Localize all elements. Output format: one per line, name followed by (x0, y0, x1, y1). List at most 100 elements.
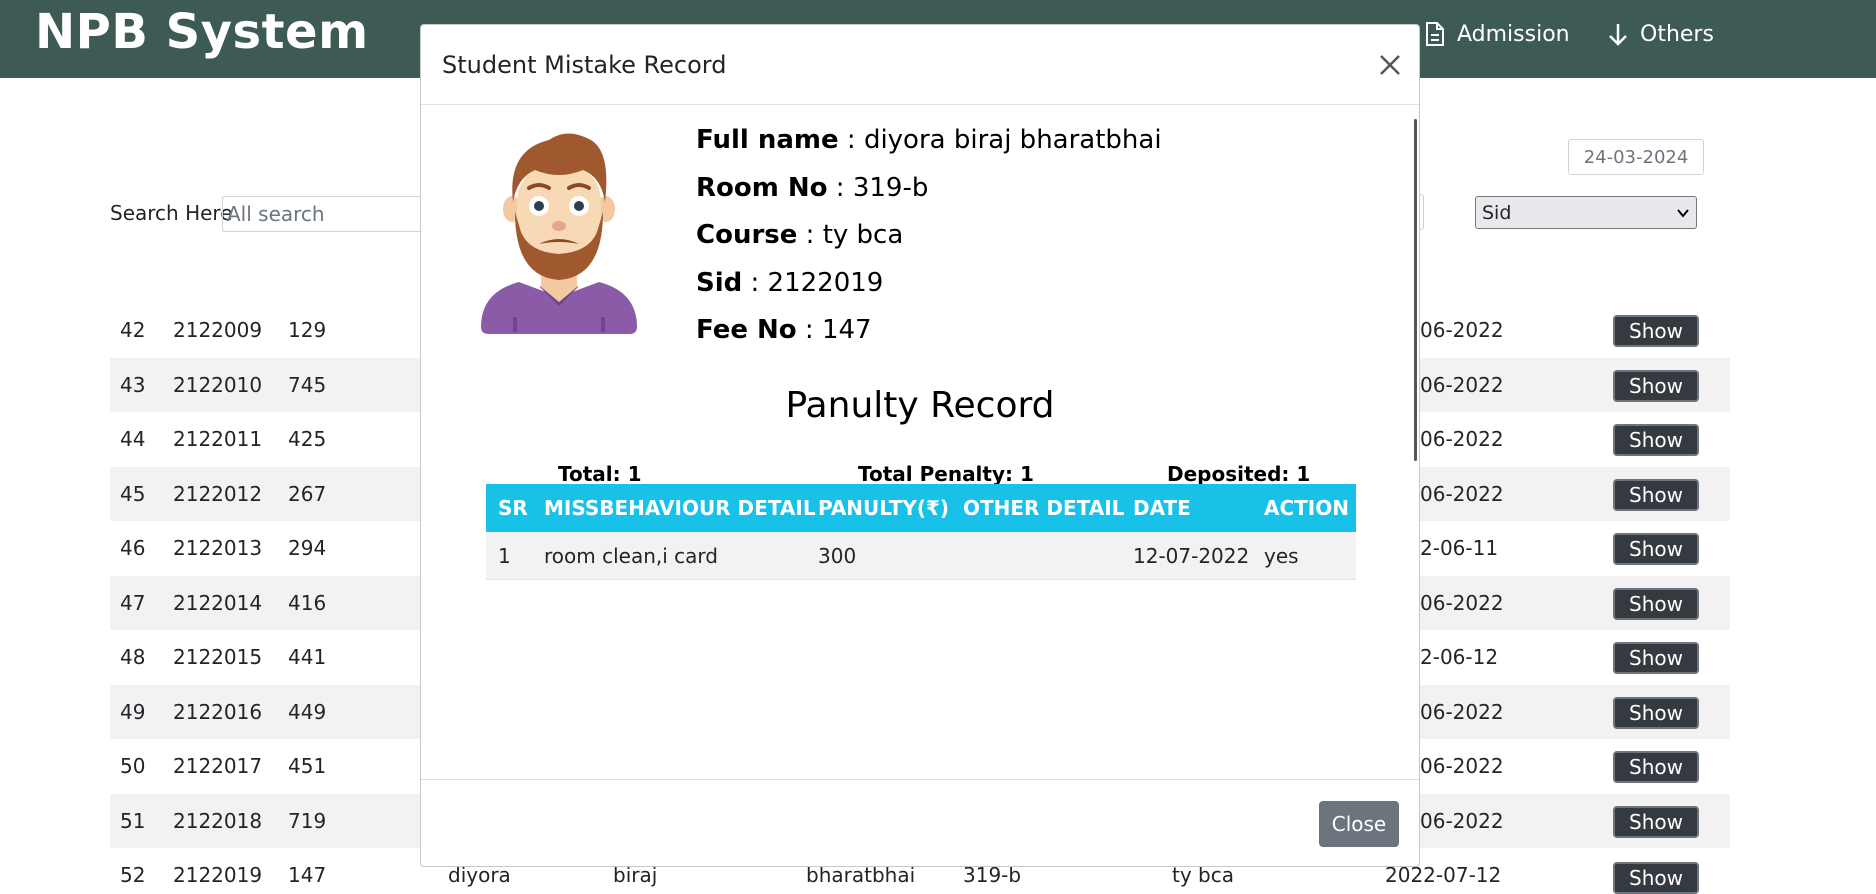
row-fee: 267 (288, 481, 327, 506)
info-line: Course : ty bca (696, 220, 903, 250)
info-line: Fee No : 147 (696, 315, 872, 345)
info-line: Full name : diyora biraj bharatbhai (696, 125, 1162, 155)
show-button[interactable]: Show (1613, 696, 1699, 729)
row-sr: 44 (120, 427, 146, 451)
row-fee: 745 (288, 372, 327, 397)
info-value: ty bca (822, 220, 904, 250)
search-label: Search Here (110, 201, 233, 225)
modal-header: Student Mistake Record (421, 25, 1419, 105)
info-key: Fee No (696, 315, 797, 345)
row-fee: 451 (288, 754, 327, 778)
student-avatar (481, 133, 637, 334)
show-button[interactable]: Show (1613, 424, 1699, 456)
row-sr: 52 (120, 863, 146, 887)
nav-admission[interactable]: Admission (1425, 18, 1570, 50)
nav-others[interactable]: Others (1608, 18, 1714, 50)
col-other-detail: OTHER DETAIL (963, 496, 1125, 520)
row-date: 06-2022 (1420, 590, 1504, 615)
row-sid: 2122010 (173, 372, 263, 397)
penalty-detail: room clean,i card (544, 544, 718, 568)
row-date: 06-2022 (1420, 372, 1504, 397)
show-button[interactable]: Show (1613, 369, 1699, 402)
col-action: ACTION (1264, 496, 1349, 520)
row-sid: 2122013 (173, 536, 263, 560)
row-sid: 2122014 (173, 590, 263, 615)
row-date: 06-2022 (1420, 318, 1504, 342)
info-line: Sid : 2122019 (696, 268, 883, 298)
info-value: diyora biraj bharatbhai (863, 125, 1162, 155)
info-separator: : (742, 268, 768, 298)
row-sid: 2122018 (173, 808, 263, 833)
row-sr: 48 (120, 645, 146, 669)
row-sr: 42 (120, 318, 146, 342)
row-fee: 425 (288, 427, 327, 451)
chevron-down-icon (1677, 208, 1689, 218)
row-date: 2-06-11 (1420, 536, 1499, 560)
modal-footer: Close (421, 779, 1419, 867)
show-button[interactable]: Show (1613, 805, 1699, 838)
row-sr: 45 (120, 481, 146, 506)
info-key: Room No (696, 173, 828, 203)
info-value: 2122019 (767, 268, 884, 298)
row-sr: 46 (120, 536, 146, 560)
brand-title[interactable]: NPB System (35, 4, 369, 60)
nav-admission-label: Admission (1457, 21, 1570, 47)
row-fee: 147 (288, 863, 327, 887)
student-mistake-modal: Student Mistake Record Full name: diyor… (420, 24, 1420, 867)
info-separator: : (796, 315, 822, 345)
show-button[interactable]: Show (1613, 315, 1699, 347)
penalty-table-row: 1 room clean,i card 300 12-07-2022 yes (486, 532, 1356, 580)
show-button[interactable]: Show (1613, 751, 1699, 783)
row-fee: 129 (288, 318, 327, 342)
row-fee: 449 (288, 699, 327, 724)
show-button[interactable]: Show (1613, 478, 1699, 511)
info-separator: : (827, 173, 853, 203)
info-key: Course (696, 220, 798, 250)
info-separator: : (838, 125, 864, 155)
summary-total: Total: 1 (558, 462, 642, 486)
col-date: DATE (1133, 496, 1191, 520)
row-sr: 47 (120, 590, 146, 615)
row-sr: 50 (120, 754, 146, 778)
row-sr: 51 (120, 808, 146, 833)
date-field[interactable]: 24-03-2024 (1568, 139, 1704, 175)
row-sr: 49 (120, 699, 146, 724)
info-value: 319-b (852, 173, 929, 203)
info-separator: : (797, 220, 823, 250)
row-sid: 2122019 (173, 863, 263, 887)
close-button[interactable]: Close (1319, 801, 1399, 847)
penalty-amount: 300 (818, 544, 857, 568)
show-button[interactable]: Show (1613, 587, 1699, 620)
document-icon (1426, 22, 1444, 46)
search-field-select[interactable]: Sid (1475, 196, 1697, 229)
row-sr: 43 (120, 372, 146, 397)
penalty-table-header: SR MISSBEHAVIOUR DETAIL PANULTY(₹) OTHER… (486, 484, 1356, 532)
penalty-action: yes (1264, 544, 1299, 568)
row-sid: 2122011 (173, 427, 263, 451)
show-button[interactable]: Show (1613, 642, 1699, 674)
row-sid: 2122017 (173, 754, 263, 778)
row-fee: 416 (288, 590, 327, 615)
row-date: 06-2022 (1420, 481, 1504, 506)
show-button[interactable]: Show (1613, 533, 1699, 565)
row-date: 06-2022 (1420, 427, 1504, 451)
row-date: 2-06-12 (1420, 645, 1499, 669)
nav-others-label: Others (1640, 21, 1714, 47)
summary-total-penalty: Total Penalty: 1 (858, 462, 1034, 486)
search-input[interactable]: All search (222, 196, 442, 232)
row-date: 06-2022 (1420, 754, 1504, 778)
row-fee: 719 (288, 808, 327, 833)
select-value: Sid (1482, 201, 1512, 224)
col-sr: SR (498, 496, 528, 520)
show-button[interactable]: Show (1613, 862, 1699, 894)
row-sid: 2122012 (173, 481, 263, 506)
close-icon[interactable] (1376, 51, 1404, 79)
row-date: 06-2022 (1420, 808, 1504, 833)
info-key: Sid (696, 268, 743, 298)
arrow-down-icon (1609, 24, 1627, 46)
summary-deposited: Deposited: 1 (1167, 462, 1311, 486)
modal-title: Student Mistake Record (442, 51, 727, 79)
col-panulty: PANULTY(₹) (818, 496, 950, 520)
info-key: Full name (696, 125, 839, 155)
row-fee: 294 (288, 536, 327, 560)
